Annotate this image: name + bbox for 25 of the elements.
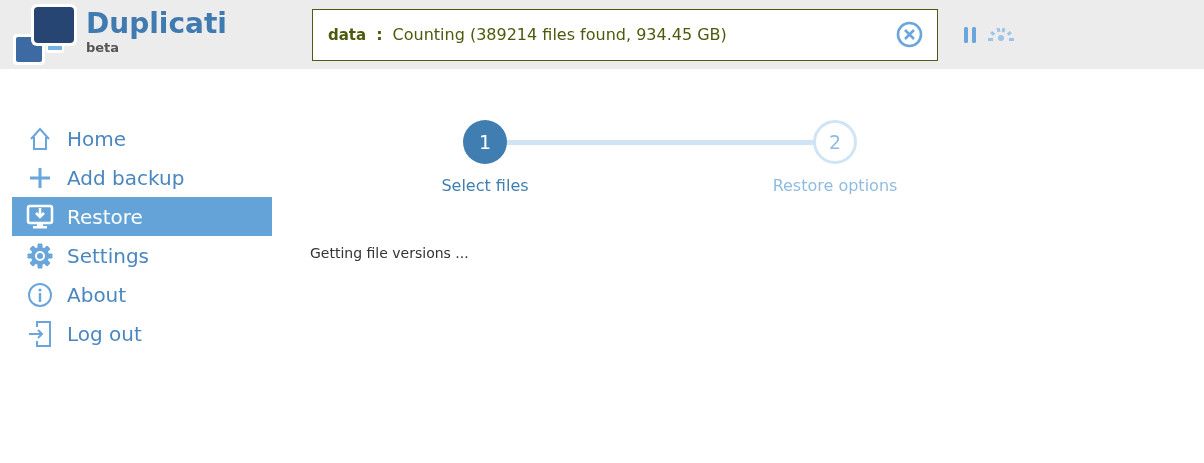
edition-label: beta (86, 40, 121, 55)
step-label: Select files (440, 176, 530, 195)
sidebar-item[interactable]: Settings (12, 236, 272, 275)
app-name: Duplicati (86, 6, 227, 41)
status-message: Counting (389214 files found, 934.45 GB) (392, 25, 728, 44)
separator: : (376, 25, 383, 44)
step-circle: 1 (463, 120, 507, 164)
speedometer-icon[interactable] (988, 27, 1014, 42)
backup-name: data (328, 25, 367, 44)
sidebar-item[interactable]: About (12, 275, 272, 314)
pause-icon[interactable] (964, 26, 976, 43)
close-icon[interactable] (896, 21, 923, 48)
loading-message: Getting file versions ... (310, 245, 470, 261)
home-icon (27, 126, 52, 151)
sidebar-item[interactable]: Restore (12, 197, 272, 236)
sidebar-item[interactable]: Home (12, 119, 272, 158)
step-label: Restore options (771, 176, 899, 195)
plus-icon (27, 165, 52, 190)
sidebar-item[interactable]: Log out (12, 314, 272, 353)
sidebar-item[interactable]: Add backup (12, 158, 272, 197)
logo-icon (12, 3, 78, 66)
log-out-icon (26, 319, 53, 348)
info-icon (26, 281, 53, 308)
step-circle: 2 (813, 120, 857, 164)
monitor-download-icon (25, 203, 54, 230)
